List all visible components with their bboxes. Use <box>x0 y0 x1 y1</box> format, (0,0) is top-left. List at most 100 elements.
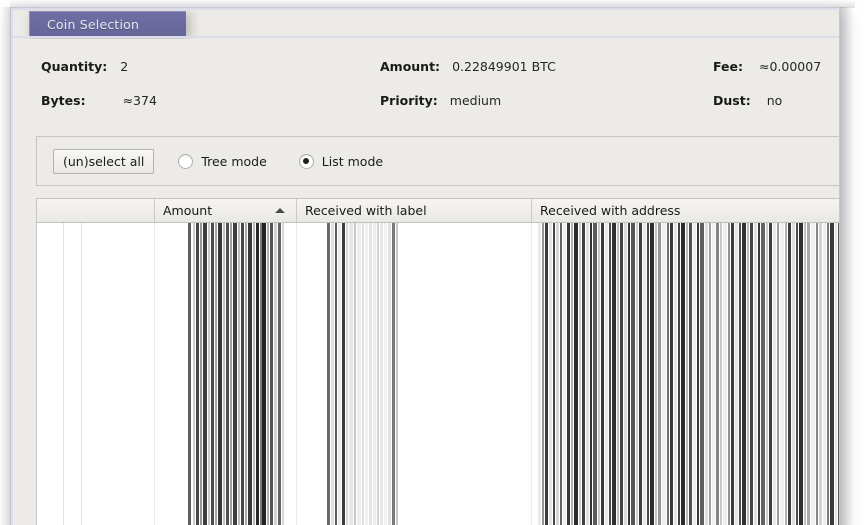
column-header-received-with-address[interactable]: Received with address <box>532 199 839 222</box>
summary-priority: Priority: medium <box>380 89 501 111</box>
obscured-text-stripe <box>658 223 661 525</box>
obscured-text-stripe <box>628 223 630 525</box>
obscured-text-stripe <box>700 223 704 525</box>
obscured-text-stripe <box>327 223 330 525</box>
radio-tree-mode-indicator[interactable] <box>178 153 194 169</box>
summary-row-1: Quantity: 2 Amount: 0.22849901 BTC Fee: … <box>13 55 839 85</box>
obscured-text-stripe <box>253 223 255 525</box>
priority-label: Priority: <box>380 92 438 108</box>
obscured-text-stripe <box>571 223 573 525</box>
obscured-text-stripe <box>556 223 559 525</box>
obscured-text-stripe <box>827 223 829 525</box>
column-header-received-with-label[interactable]: Received with label <box>297 199 532 222</box>
obscured-text-stripe <box>728 223 730 525</box>
obscured-text-stripe <box>365 223 368 525</box>
obscured-text-stripe <box>723 223 727 525</box>
obscured-text-stripe <box>624 223 627 525</box>
tab-coin-selection[interactable]: Coin Selection <box>29 11 186 37</box>
unselect-all-button[interactable]: (un)select all <box>53 148 155 174</box>
obscured-text-stripe <box>823 223 826 525</box>
obscured-text-stripe <box>538 223 541 525</box>
obscured-text-stripe <box>811 223 815 525</box>
column-header-amount[interactable]: Amount <box>155 199 297 222</box>
obscured-text-stripe <box>605 223 608 525</box>
tab-strip: Coin Selection <box>13 10 839 40</box>
quantity-value: 2 <box>120 58 129 74</box>
bytes-value: ≈374 <box>122 92 157 108</box>
obscured-text-stripe <box>739 223 741 525</box>
obscured-text-stripe <box>655 223 657 525</box>
amount-value: 0.22849901 BTC <box>452 58 556 74</box>
obscured-text-stripe <box>830 223 834 525</box>
obscured-text-stripe <box>331 223 334 525</box>
obscured-address-values <box>532 223 839 525</box>
obscured-text-stripe <box>636 223 638 525</box>
obscured-text-stripe <box>712 223 715 525</box>
obscured-text-stripe <box>354 223 356 525</box>
obscured-text-stripe <box>388 223 391 525</box>
obscured-text-stripe <box>747 223 749 525</box>
obscured-text-stripe <box>761 223 765 525</box>
dust-label: Dust: <box>713 92 751 108</box>
obscured-text-stripe <box>686 223 688 525</box>
obscured-text-stripe <box>335 223 337 525</box>
priority-value: medium <box>449 92 502 108</box>
tab-title-label: Coin Selection <box>47 17 140 32</box>
obscured-text-stripe <box>705 223 708 525</box>
sort-ascending-icon <box>275 208 285 213</box>
obscured-text-stripe <box>667 223 669 525</box>
obscured-text-stripe <box>274 223 277 525</box>
obscured-text-stripe <box>769 223 772 525</box>
obscured-text-stripe <box>396 223 398 525</box>
dialog-right-shadow <box>840 7 853 525</box>
obscured-text-stripe <box>545 223 548 525</box>
obscured-text-stripe <box>750 223 753 525</box>
obscured-text-stripe <box>835 223 837 525</box>
coin-selection-dialog: Coin Selection Quantity: 2 Amount: 0.228… <box>10 7 840 525</box>
obscured-text-stripe <box>193 223 195 525</box>
obscured-text-stripe <box>773 223 776 525</box>
row-checkbox-column[interactable] <box>63 223 82 525</box>
obscured-text-stripe <box>647 223 649 525</box>
obscured-text-stripe <box>553 223 555 525</box>
obscured-text-stripe <box>650 223 654 525</box>
obscured-text-stripe <box>697 223 699 525</box>
fee-label: Fee: <box>713 58 743 74</box>
obscured-text-stripe <box>720 223 722 525</box>
dialog-top-shadow <box>10 0 855 8</box>
obscured-text-stripe <box>609 223 611 525</box>
screen: Coin Selection Quantity: 2 Amount: 0.228… <box>0 0 864 525</box>
column-header-checkbox[interactable] <box>37 199 155 222</box>
obscured-text-stripe <box>203 223 207 525</box>
summary-fee: Fee: ≈0.00007 <box>713 55 821 77</box>
radio-list-mode-indicator[interactable] <box>298 153 314 169</box>
obscured-text-stripe <box>631 223 635 525</box>
obscured-text-stripe <box>792 223 795 525</box>
tab-underline <box>13 36 839 38</box>
obscured-text-stripe <box>188 223 191 525</box>
obscured-text-stripe <box>639 223 642 525</box>
fee-value: ≈0.00007 <box>759 58 822 74</box>
obscured-text-stripe <box>754 223 757 525</box>
obscured-text-stripe <box>377 223 379 525</box>
summary-amount: Amount: 0.22849901 BTC <box>380 55 556 77</box>
radio-tree-mode[interactable]: Tree mode <box>178 153 267 169</box>
summary-quantity: Quantity: 2 <box>41 55 128 77</box>
summary-row-2: Bytes: ≈374 Priority: medium Dust: no <box>13 89 839 119</box>
obscured-text-stripe <box>593 223 597 525</box>
obscured-text-stripe <box>689 223 692 525</box>
obscured-text-stripe <box>549 223 552 525</box>
column-header-amount-label: Amount <box>163 203 213 218</box>
obscured-text-stripe <box>373 223 376 525</box>
dust-value: no <box>766 92 783 108</box>
table-body-obscured[interactable] <box>37 223 839 525</box>
obscured-text-stripe <box>807 223 810 525</box>
obscured-text-stripe <box>681 223 685 525</box>
obscured-text-stripe <box>777 223 779 525</box>
radio-list-mode[interactable]: List mode <box>298 153 383 169</box>
obscured-text-stripe <box>349 223 353 525</box>
obscured-text-stripe <box>582 223 585 525</box>
obscured-text-stripe <box>598 223 600 525</box>
obscured-text-stripe <box>256 223 259 525</box>
obscured-text-stripe <box>617 223 619 525</box>
